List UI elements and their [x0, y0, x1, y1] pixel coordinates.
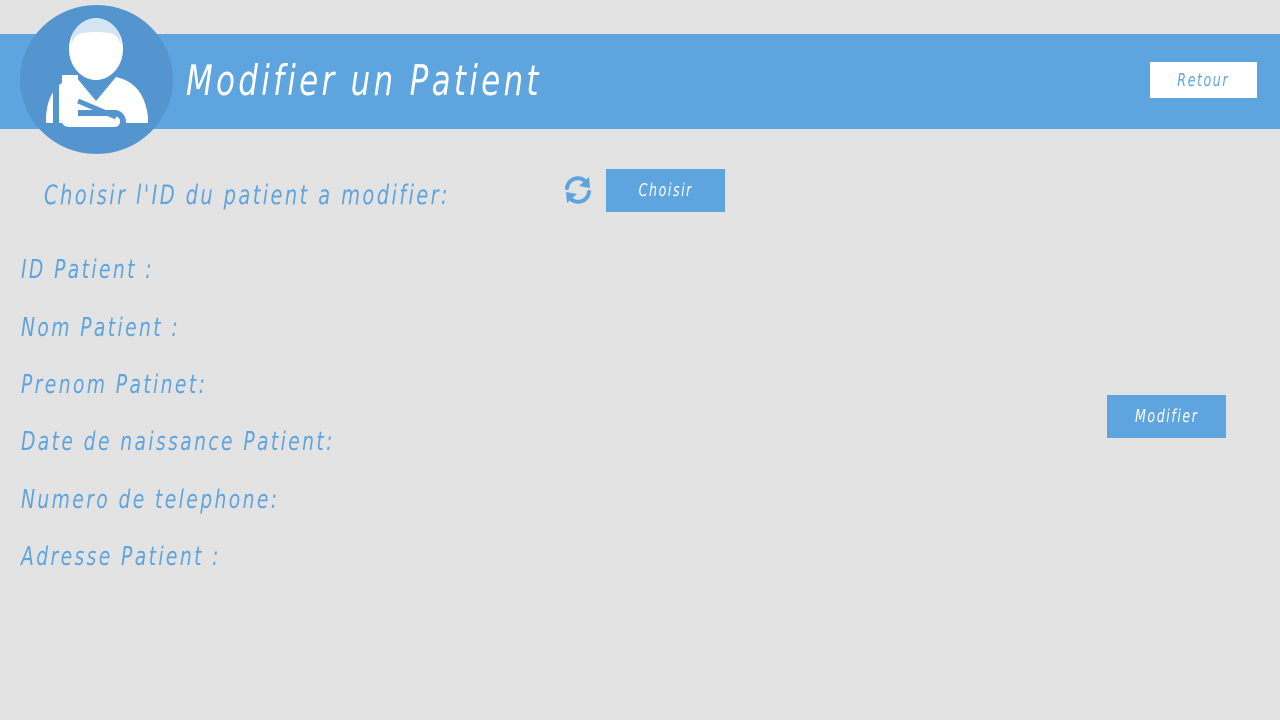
refresh-icon[interactable] [563, 175, 593, 205]
nom-patient-label: Nom Patient : [21, 313, 181, 343]
choose-button[interactable]: Choisir [606, 169, 725, 212]
adresse-patient-label: Adresse Patient : [21, 542, 221, 572]
date-naissance-label: Date de naissance Patient: [21, 427, 335, 457]
id-patient-label: ID Patient : [21, 255, 154, 285]
back-button[interactable]: Retour [1150, 62, 1257, 98]
choose-id-label: Choisir l'ID du patient a modifier: [44, 180, 450, 211]
modify-button[interactable]: Modifier [1107, 395, 1226, 438]
choose-button-label: Choisir [638, 180, 693, 201]
modify-button-label: Modifier [1134, 406, 1199, 427]
back-button-label: Retour [1177, 69, 1230, 91]
page-title: Modifier un Patient [186, 56, 542, 105]
telephone-label: Numero de telephone: [21, 485, 280, 515]
prenom-patient-label: Prenom Patinet: [21, 370, 208, 400]
page: Modifier un Patient Retour Choisir l'ID … [0, 0, 1280, 720]
patient-icon [20, 5, 173, 154]
